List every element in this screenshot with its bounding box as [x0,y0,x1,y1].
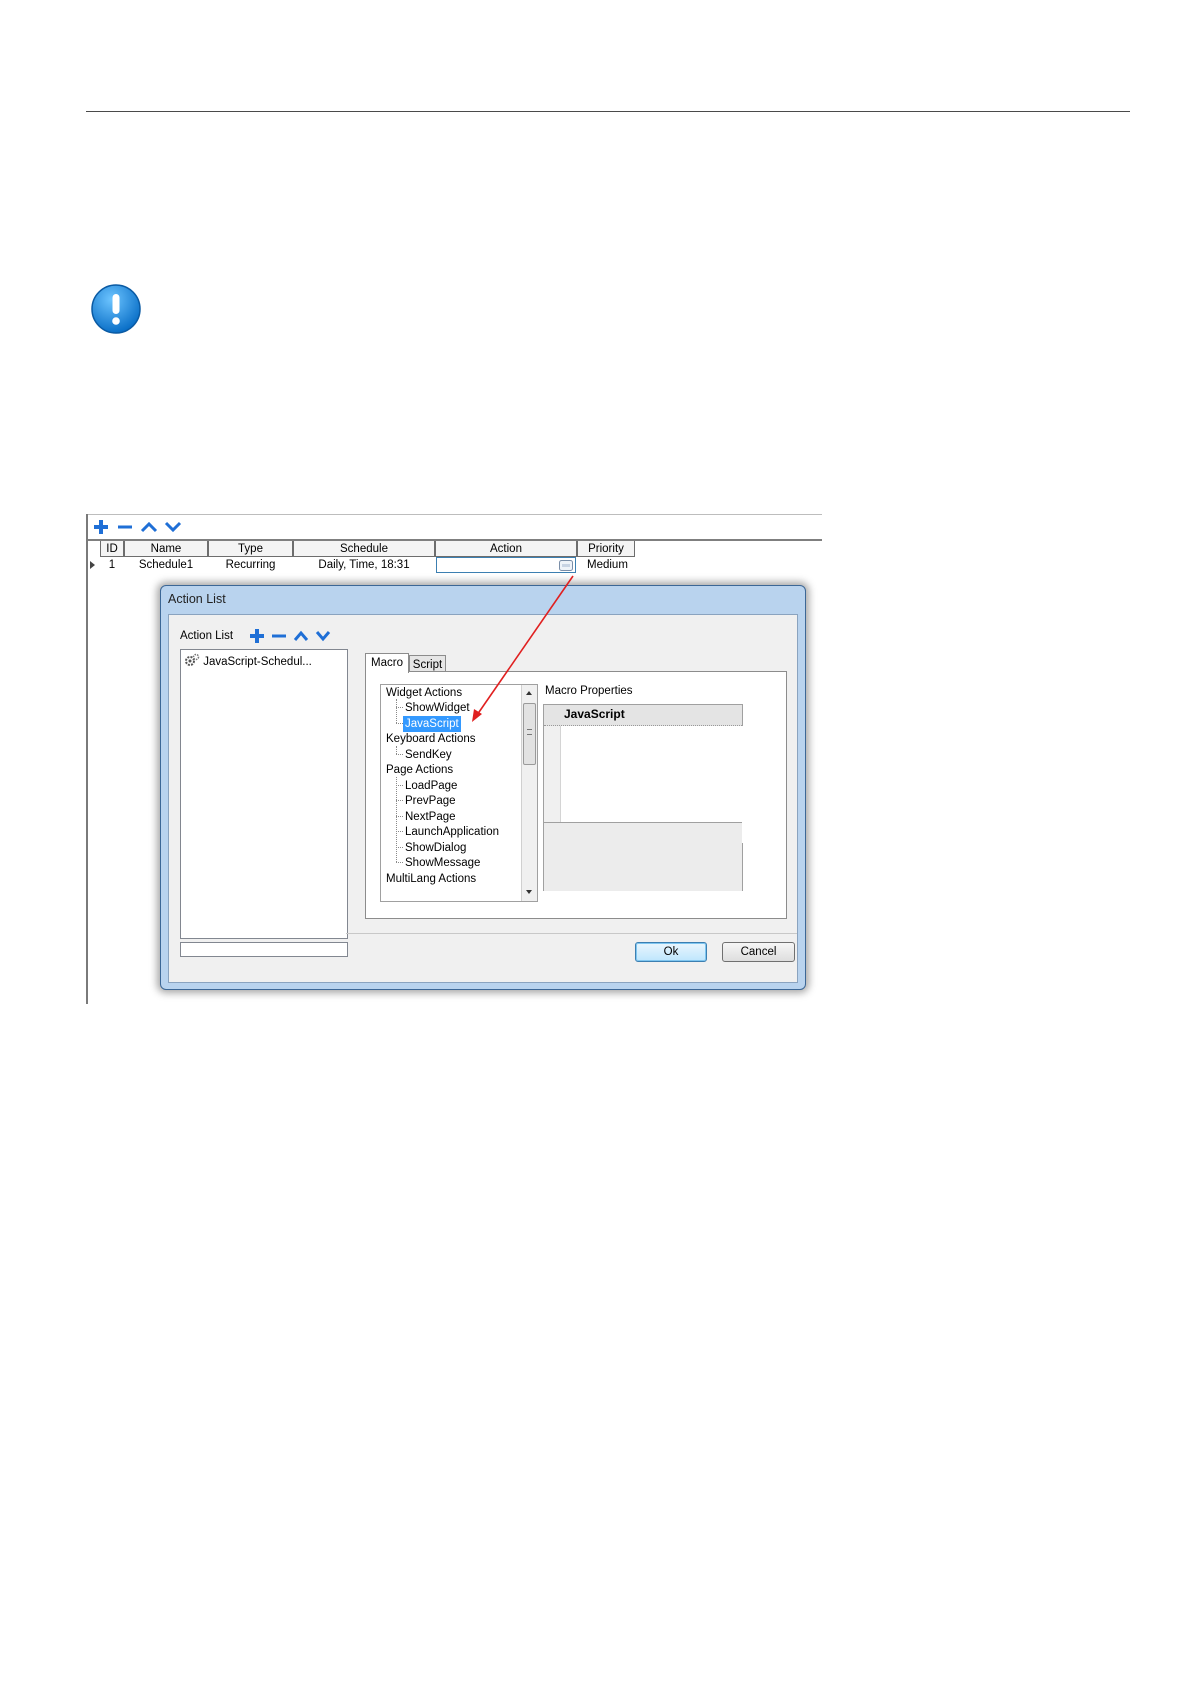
schedule-editor-screenshot: ID Name Type Schedule Action Priority 1 … [86,514,822,1004]
tab-macro[interactable]: Macro [365,653,409,673]
annotation-arrow-icon [472,575,574,722]
page-header-rule [86,111,1130,112]
info-exclamation-icon [91,284,141,334]
